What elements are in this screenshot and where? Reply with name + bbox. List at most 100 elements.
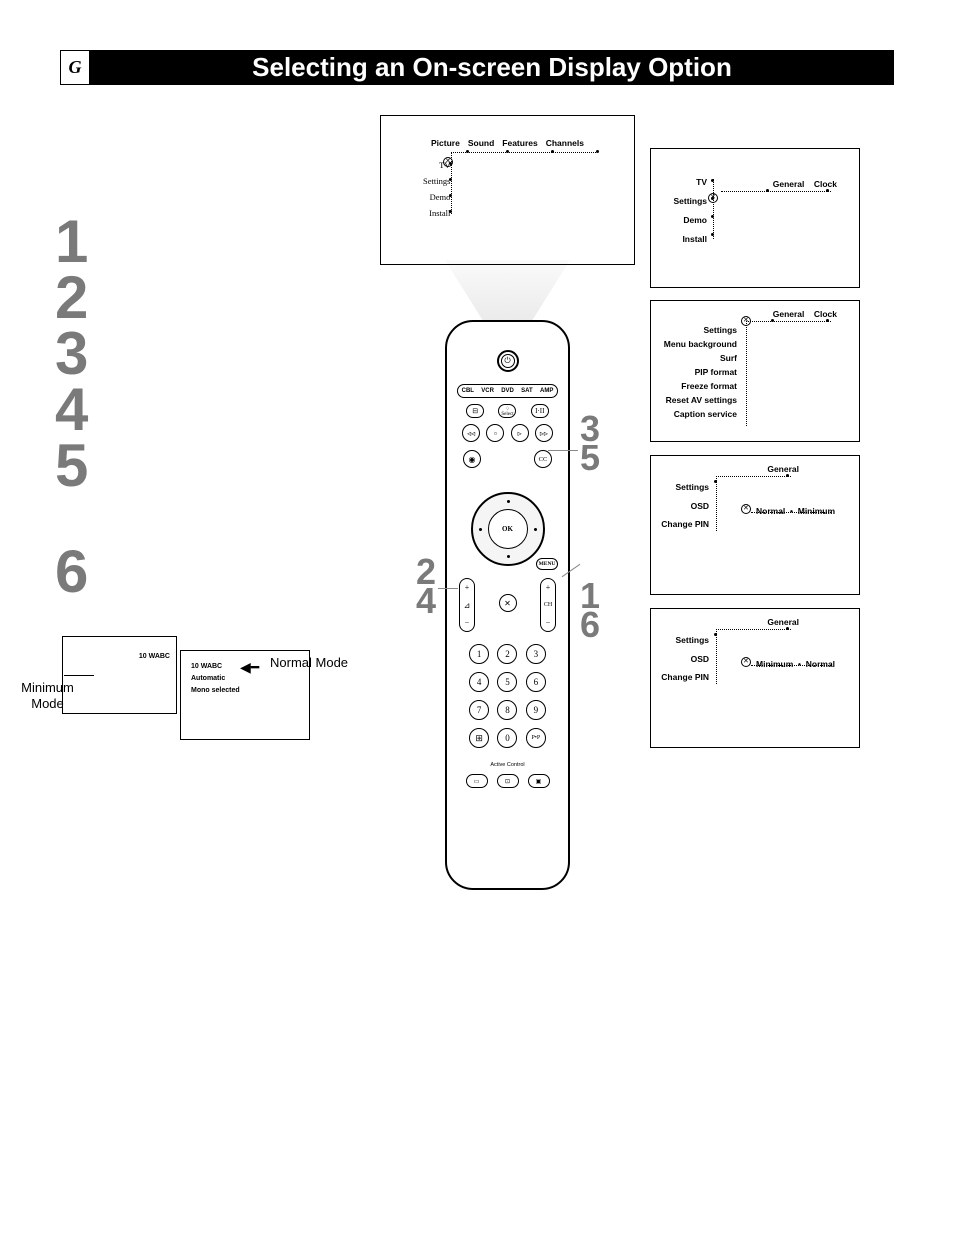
bot-button-3[interactable]: ▣	[528, 774, 550, 788]
record-button[interactable]: ◉	[463, 450, 481, 468]
screen-settings-3: General Settings OSD Change PIN Normal •…	[650, 455, 860, 595]
step-6: 6	[55, 545, 88, 599]
remote-control: ⏻ CBL VCR DVD SAT AMP ⊟ ♢Select I·II ◃◃ …	[445, 320, 570, 890]
normal-line-2: Mono selected	[191, 687, 240, 694]
tab-sound: Sound	[468, 138, 494, 148]
cursor-icon	[443, 157, 453, 167]
nav-wheel[interactable]: OK	[471, 492, 545, 566]
mute-button[interactable]: ✕	[499, 594, 517, 612]
minimum-mode-label: Minimum Mode	[20, 680, 75, 711]
normal-line-0: 10 WABC	[191, 663, 222, 670]
cc-button[interactable]: CC	[534, 450, 552, 468]
normal-line-1: Automatic	[191, 675, 225, 682]
key-4[interactable]: 4	[469, 672, 489, 692]
key-pp[interactable]: P•P	[526, 728, 546, 748]
menu-button[interactable]: MENU	[536, 558, 558, 570]
volume-rocker[interactable]: +⊿−	[459, 578, 475, 632]
sc2-item-5: Reset AV settings	[664, 393, 737, 407]
mode-selector[interactable]: CBL VCR DVD SAT AMP	[457, 384, 558, 398]
power-button[interactable]: ⏻	[497, 350, 519, 372]
key-0[interactable]: 0	[497, 728, 517, 748]
section-letter: G	[60, 50, 90, 85]
side-install: Install	[423, 208, 450, 218]
forward-button[interactable]: ▹▹	[535, 424, 553, 442]
step-3: 3	[55, 327, 88, 381]
sc2-item-0: Settings	[664, 323, 737, 337]
light-beam	[445, 260, 570, 320]
step-1: 1	[55, 215, 88, 269]
step-2: 2	[55, 271, 88, 325]
callout-line	[438, 588, 458, 589]
sound-button[interactable]: I·II	[531, 404, 549, 418]
stop-button[interactable]: ▫	[486, 424, 504, 442]
step-5: 5	[55, 439, 88, 493]
select-button[interactable]: ♢Select	[498, 404, 516, 418]
keypad: 1 2 3 4 5 6 7 8 9 ⊞ 0 P•P	[447, 644, 568, 748]
callout-1-6: 1 6	[580, 582, 600, 640]
sc1-demo: Demo	[673, 215, 707, 225]
step-numbers: 1 2 3 4 5 6	[55, 215, 88, 601]
tab-picture: Picture	[431, 138, 460, 148]
key-7[interactable]: 7	[469, 700, 489, 720]
tab-features: Features	[502, 138, 537, 148]
rewind-button[interactable]: ◃◃	[462, 424, 480, 442]
cursor-icon	[741, 657, 751, 667]
channel-rocker[interactable]: +CH−	[540, 578, 556, 632]
key-5[interactable]: 5	[497, 672, 517, 692]
key-9[interactable]: 9	[526, 700, 546, 720]
key-format[interactable]: ⊞	[469, 728, 489, 748]
arrow-icon: ◀━	[240, 660, 259, 677]
sc2-tab-general: General	[773, 309, 805, 319]
sc4-opt-normal: Normal	[806, 659, 835, 669]
sc4-heading: General	[767, 617, 799, 627]
sc1-settings: Settings	[673, 196, 707, 206]
sc3-item-2: Change PIN	[661, 515, 709, 534]
page-title: Selecting an On-screen Display Option	[90, 50, 894, 85]
play-button[interactable]: ▹	[511, 424, 529, 442]
callout-3-5: 3 5	[580, 415, 600, 473]
mode-vcr: VCR	[481, 388, 494, 394]
screen-settings-1: General Clock TV Settings Demo Install	[650, 148, 860, 288]
bot-button-1[interactable]: ▭	[466, 774, 488, 788]
mode-amp: AMP	[540, 388, 553, 394]
screen-main: Picture Sound Features Channels TV Setti…	[380, 115, 635, 265]
sc1-tab-clock: Clock	[814, 179, 837, 189]
sc4-item-0: Settings	[661, 631, 709, 650]
sc4-item-1: OSD	[661, 650, 709, 669]
step-4: 4	[55, 383, 88, 437]
mode-sat: SAT	[521, 388, 533, 394]
cursor-icon	[741, 316, 751, 326]
mode-dvd: DVD	[501, 388, 514, 394]
mode-cbl: CBL	[462, 388, 474, 394]
key-6[interactable]: 6	[526, 672, 546, 692]
sc3-heading: General	[767, 464, 799, 474]
sc2-item-3: PIP format	[664, 365, 737, 379]
sc2-item-4: Freeze format	[664, 379, 737, 393]
screen-settings-2: General Clock Settings Menu background S…	[650, 300, 860, 442]
cursor-icon	[741, 504, 751, 514]
active-control-label: Active Control	[447, 762, 568, 768]
sc1-tv: TV	[673, 177, 707, 187]
side-demo: Demo	[423, 192, 450, 202]
key-2[interactable]: 2	[497, 644, 517, 664]
ok-button[interactable]: OK	[488, 509, 528, 549]
key-1[interactable]: 1	[469, 644, 489, 664]
key-8[interactable]: 8	[497, 700, 517, 720]
callout-2-4: 2 4	[416, 558, 436, 616]
sc3-opt-minimum: Minimum	[798, 506, 835, 516]
sc4-item-2: Change PIN	[661, 668, 709, 687]
key-3[interactable]: 3	[526, 644, 546, 664]
sc3-opt-normal: Normal	[756, 506, 785, 516]
tab-channels: Channels	[546, 138, 584, 148]
minimum-mode-text: 10 WABC	[139, 653, 170, 660]
input-button[interactable]: ⊟	[466, 404, 484, 418]
bot-button-2[interactable]: ⊡	[497, 774, 519, 788]
cursor-icon	[708, 193, 718, 203]
screen-settings-4: General Settings OSD Change PIN Minimum …	[650, 608, 860, 748]
sc1-tab-general: General	[773, 179, 805, 189]
sc4-opt-minimum: Minimum	[756, 659, 793, 669]
sc3-item-1: OSD	[661, 497, 709, 516]
sc2-tab-clock: Clock	[814, 309, 837, 319]
callout-line	[548, 450, 578, 451]
sc2-item-1: Menu background	[664, 337, 737, 351]
